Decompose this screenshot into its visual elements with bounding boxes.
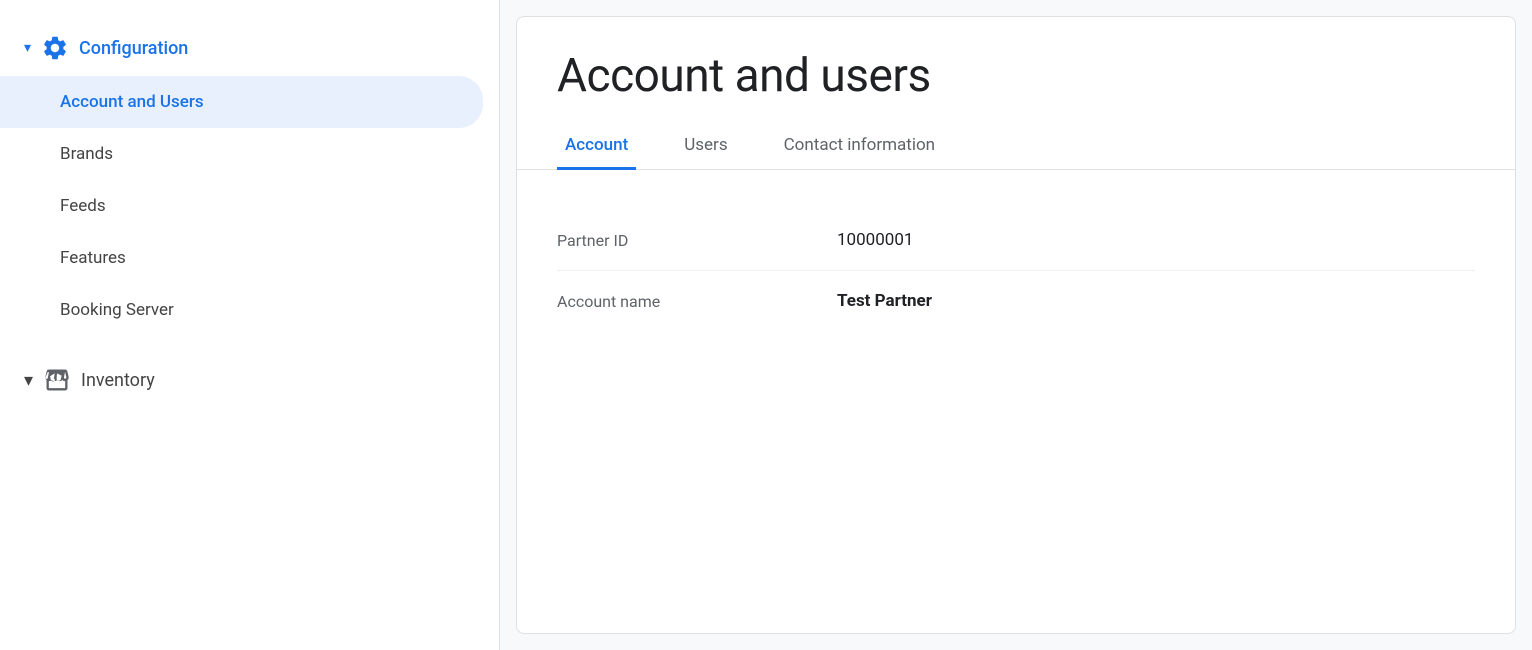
tab-account[interactable]: Account	[557, 123, 636, 170]
sidebar-item-booking-server[interactable]: Booking Server	[0, 284, 483, 336]
tab-contact-information[interactable]: Contact information	[776, 123, 943, 170]
sidebar-item-brands[interactable]: Brands	[0, 128, 483, 180]
sidebar-item-features[interactable]: Features	[0, 232, 483, 284]
sidebar-item-account-and-users[interactable]: Account and Users	[0, 76, 483, 128]
inventory-store-icon	[43, 366, 71, 394]
sidebar-item-feeds[interactable]: Feeds	[0, 180, 483, 232]
account-tab-content: Partner ID 10000001 Account name Test Pa…	[517, 170, 1515, 633]
sidebar-item-label: Booking Server	[60, 300, 174, 320]
sidebar: ▾ Configuration Account and Users Brands…	[0, 0, 500, 650]
sidebar-item-label: Feeds	[60, 196, 106, 216]
main-content: Account and users Account Users Contact …	[516, 16, 1516, 634]
configuration-label: Configuration	[79, 38, 188, 59]
gear-icon	[41, 34, 69, 62]
configuration-section-header[interactable]: ▾ Configuration	[0, 20, 499, 76]
sidebar-item-label: Account and Users	[60, 92, 204, 112]
inventory-section-header[interactable]: ▾ Inventory	[0, 346, 499, 408]
tab-users[interactable]: Users	[676, 123, 735, 170]
partner-id-row: Partner ID 10000001	[557, 210, 1475, 271]
configuration-chevron-icon: ▾	[24, 40, 31, 56]
sidebar-item-label: Brands	[60, 144, 113, 164]
account-name-row: Account name Test Partner	[557, 271, 1475, 331]
inventory-chevron-icon: ▾	[24, 370, 33, 391]
sidebar-item-label: Features	[60, 248, 126, 268]
account-name-label: Account name	[557, 292, 837, 311]
partner-id-value: 10000001	[837, 230, 913, 250]
inventory-label: Inventory	[81, 370, 155, 391]
tabs-container: Account Users Contact information	[517, 123, 1515, 170]
page-title: Account and users	[517, 17, 1515, 123]
partner-id-label: Partner ID	[557, 231, 837, 250]
account-name-value: Test Partner	[837, 291, 932, 311]
